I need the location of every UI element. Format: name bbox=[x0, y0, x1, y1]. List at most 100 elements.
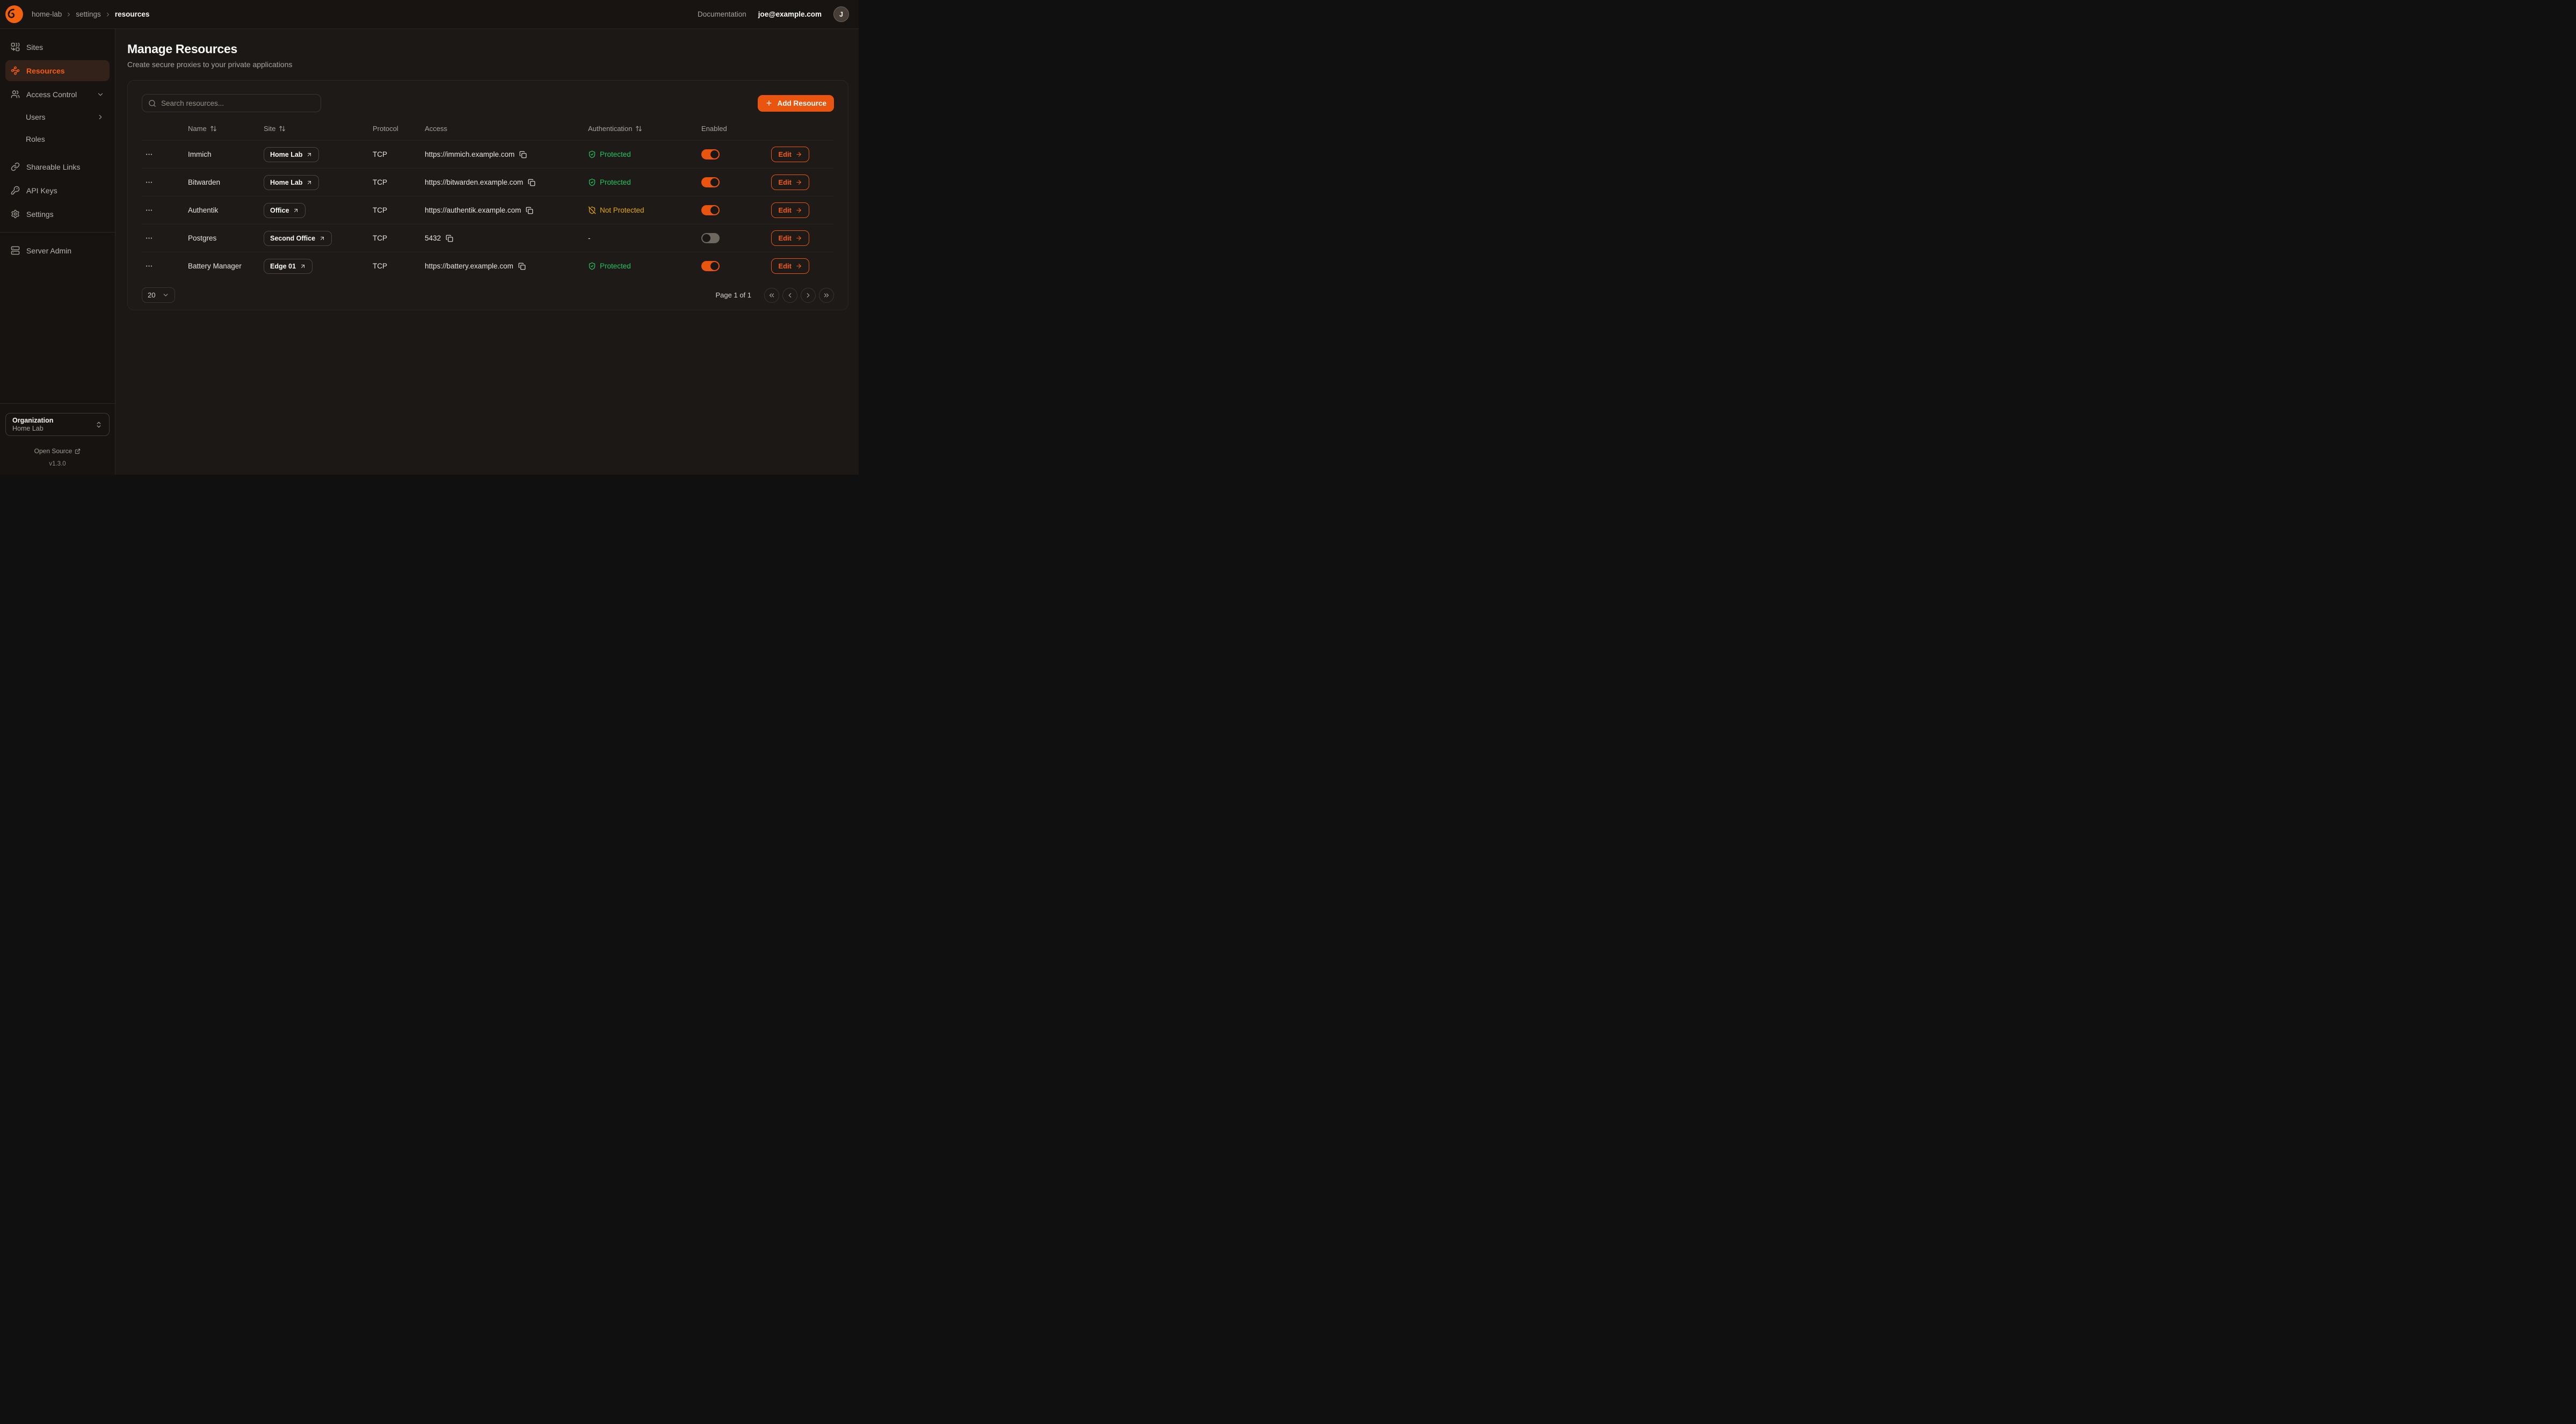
sidebar-item-label: Users bbox=[26, 113, 46, 121]
sidebar-item-api-keys[interactable]: API Keys bbox=[5, 180, 110, 201]
auth-status-label: Protected bbox=[600, 150, 631, 158]
documentation-link[interactable]: Documentation bbox=[698, 10, 746, 18]
row-menu-button[interactable] bbox=[142, 205, 156, 215]
resource-protocol: TCP bbox=[373, 262, 425, 270]
column-header-enabled: Enabled bbox=[701, 125, 776, 133]
org-switcher[interactable]: Organization Home Lab bbox=[5, 413, 110, 436]
sidebar-item-resources[interactable]: Resources bbox=[5, 60, 110, 81]
shield-check-icon bbox=[588, 178, 596, 186]
copy-button[interactable] bbox=[446, 235, 453, 242]
chevrons-left-icon bbox=[768, 292, 775, 299]
next-page-button[interactable] bbox=[801, 288, 816, 303]
edit-button[interactable]: Edit bbox=[771, 202, 809, 218]
sort-icon bbox=[210, 125, 217, 132]
row-menu-button[interactable] bbox=[142, 261, 156, 271]
chevron-down-icon bbox=[162, 292, 169, 299]
sidebar-item-access-control[interactable]: Access Control bbox=[5, 84, 110, 105]
site-link-button[interactable]: Edge 01 bbox=[264, 259, 313, 274]
column-header-site[interactable]: Site bbox=[264, 125, 373, 133]
shield-check-icon bbox=[588, 150, 596, 158]
enabled-toggle[interactable] bbox=[701, 177, 720, 187]
plus-icon bbox=[765, 99, 773, 107]
first-page-button[interactable] bbox=[764, 288, 779, 303]
site-link-button[interactable]: Home Lab bbox=[264, 175, 319, 190]
org-switcher-title: Organization bbox=[12, 417, 53, 424]
ellipsis-icon bbox=[145, 150, 153, 158]
sidebar-item-shareable-links[interactable]: Shareable Links bbox=[5, 156, 110, 177]
shield-check-icon bbox=[588, 262, 596, 270]
user-email[interactable]: joe@example.com bbox=[758, 10, 822, 18]
org-switcher-value: Home Lab bbox=[12, 425, 53, 432]
row-menu-button[interactable] bbox=[142, 177, 156, 187]
enabled-toggle[interactable] bbox=[701, 233, 720, 243]
avatar[interactable]: J bbox=[833, 6, 849, 22]
shield-off-icon bbox=[588, 206, 596, 214]
pagination: 20 Page 1 of 1 bbox=[142, 287, 834, 303]
row-menu-button[interactable] bbox=[142, 233, 156, 243]
access-control-icon bbox=[11, 90, 20, 99]
copy-button[interactable] bbox=[518, 263, 526, 270]
chevron-right-icon bbox=[97, 113, 104, 121]
sidebar-item-roles[interactable]: Roles bbox=[5, 129, 110, 149]
arrow-right-icon bbox=[795, 207, 802, 214]
edit-button[interactable]: Edit bbox=[771, 175, 809, 190]
edit-button[interactable]: Edit bbox=[771, 147, 809, 162]
table-body: Immich Home Lab TCP https://immich.examp… bbox=[142, 140, 834, 280]
table-row: Immich Home Lab TCP https://immich.examp… bbox=[142, 140, 834, 168]
chevron-down-icon bbox=[97, 91, 104, 98]
resources-icon bbox=[11, 66, 20, 75]
table-row: Authentik Office TCP https://authentik.e… bbox=[142, 196, 834, 224]
prev-page-button[interactable] bbox=[782, 288, 797, 303]
auth-status-label: - bbox=[588, 234, 591, 242]
page-size-select[interactable]: 20 bbox=[142, 287, 175, 303]
arrow-right-icon bbox=[795, 179, 802, 186]
search-box bbox=[142, 94, 321, 112]
sidebar-item-label: Shareable Links bbox=[26, 163, 80, 171]
arrow-right-icon bbox=[795, 235, 802, 242]
enabled-toggle[interactable] bbox=[701, 261, 720, 271]
resource-access: https://bitwarden.example.com bbox=[425, 178, 523, 186]
arrow-right-icon bbox=[795, 151, 802, 158]
sidebar-item-sites[interactable]: Sites bbox=[5, 37, 110, 57]
site-link-button[interactable]: Office bbox=[264, 203, 306, 218]
sidebar-item-users[interactable]: Users bbox=[5, 107, 110, 127]
copy-button[interactable] bbox=[528, 179, 535, 186]
row-menu-button[interactable] bbox=[142, 149, 156, 159]
sidebar-item-settings[interactable]: Settings bbox=[5, 204, 110, 224]
site-link-button[interactable]: Second Office bbox=[264, 231, 332, 246]
last-page-button[interactable] bbox=[819, 288, 834, 303]
auth-status-label: Not Protected bbox=[600, 206, 644, 214]
search-input[interactable] bbox=[161, 99, 315, 107]
column-header-name[interactable]: Name bbox=[188, 125, 264, 133]
sidebar: Sites Resources Access Control bbox=[0, 29, 115, 475]
breadcrumb-current: resources bbox=[115, 10, 150, 18]
sidebar-item-server-admin[interactable]: Server Admin bbox=[5, 240, 110, 261]
arrow-up-right-icon bbox=[306, 151, 313, 158]
open-source-link[interactable]: Open Source bbox=[34, 447, 81, 455]
breadcrumb-org[interactable]: home-lab bbox=[32, 10, 62, 18]
sidebar-divider bbox=[0, 232, 115, 233]
app-version: v1.3.0 bbox=[0, 461, 115, 475]
copy-button[interactable] bbox=[526, 207, 533, 214]
external-link-icon bbox=[75, 448, 81, 454]
edit-button[interactable]: Edit bbox=[771, 230, 809, 246]
auth-cell: Protected bbox=[588, 150, 701, 158]
copy-button[interactable] bbox=[519, 151, 527, 158]
copy-icon bbox=[519, 151, 527, 158]
server-icon bbox=[11, 246, 20, 255]
breadcrumb-settings[interactable]: settings bbox=[76, 10, 101, 18]
column-header-authentication[interactable]: Authentication bbox=[588, 125, 701, 133]
add-resource-button[interactable]: Add Resource bbox=[758, 95, 834, 112]
resource-protocol: TCP bbox=[373, 178, 425, 186]
column-header-access: Access bbox=[425, 125, 588, 133]
enabled-toggle[interactable] bbox=[701, 205, 720, 215]
enabled-toggle[interactable] bbox=[701, 149, 720, 159]
ellipsis-icon bbox=[145, 178, 153, 186]
sites-icon bbox=[11, 42, 20, 52]
edit-button[interactable]: Edit bbox=[771, 258, 809, 274]
site-link-button[interactable]: Home Lab bbox=[264, 147, 319, 162]
resource-name: Bitwarden bbox=[188, 178, 264, 186]
main-content: Manage Resources Create secure proxies t… bbox=[115, 29, 859, 475]
chevrons-right-icon bbox=[823, 292, 830, 299]
ellipsis-icon bbox=[145, 206, 153, 214]
